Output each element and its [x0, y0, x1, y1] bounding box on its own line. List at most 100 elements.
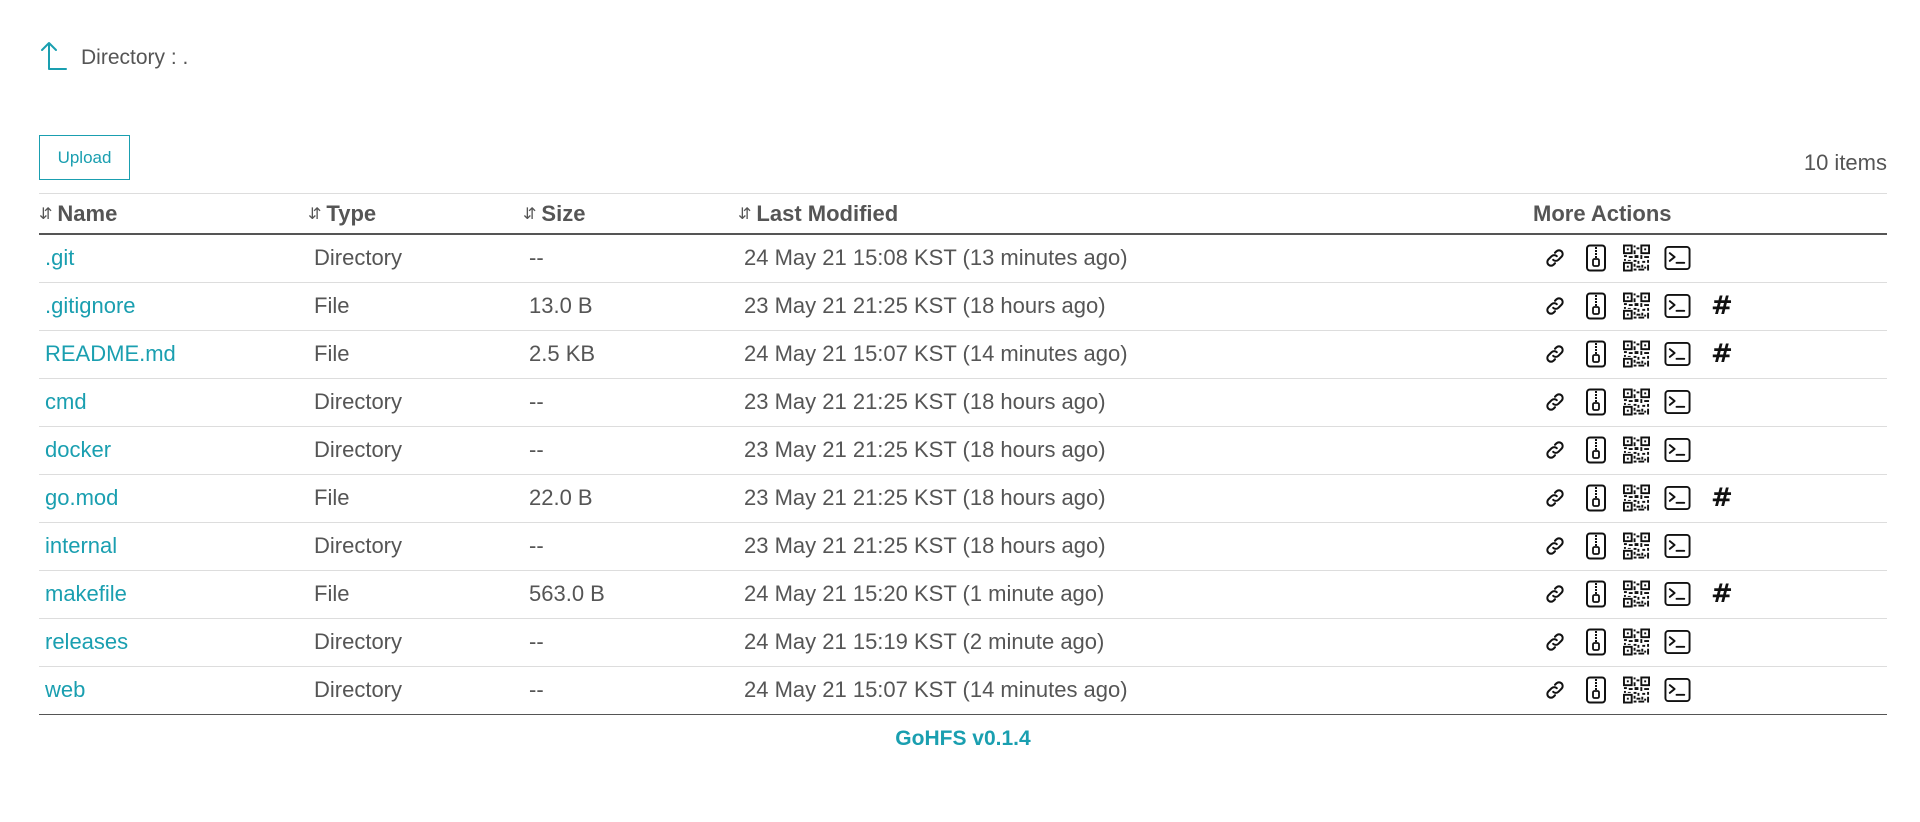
hash-icon[interactable]: #: [1711, 291, 1733, 321]
qr-code-icon[interactable]: [1623, 532, 1650, 560]
row-actions: [1539, 532, 1887, 560]
terminal-icon[interactable]: [1664, 581, 1691, 608]
terminal-icon[interactable]: [1664, 245, 1691, 272]
cell-size: 2.5 KB: [529, 341, 596, 366]
table-row: makefile File 563.0 B 24 May 21 15:20 KS…: [39, 570, 1887, 618]
link-icon[interactable]: [1541, 293, 1568, 320]
file-link[interactable]: web: [45, 677, 85, 702]
file-link[interactable]: internal: [45, 533, 117, 558]
cell-actions: [1533, 666, 1887, 714]
file-link[interactable]: cmd: [45, 389, 87, 414]
row-actions: #: [1539, 291, 1887, 321]
cell-type: Directory: [314, 533, 403, 558]
file-link[interactable]: go.mod: [45, 485, 118, 510]
zip-archive-icon[interactable]: [1582, 532, 1609, 560]
hash-icon[interactable]: #: [1711, 579, 1733, 609]
zip-archive-icon[interactable]: [1582, 340, 1609, 368]
cell-modified: 24 May 21 15:07 KST (14 minutes ago): [744, 341, 1128, 366]
column-header-size-label: Size: [541, 200, 586, 226]
file-link[interactable]: releases: [45, 629, 128, 654]
file-link[interactable]: makefile: [45, 581, 127, 606]
link-icon[interactable]: [1541, 533, 1568, 560]
sort-icon: ⇵: [523, 205, 537, 223]
terminal-icon[interactable]: [1664, 533, 1691, 560]
cell-modified: 23 May 21 21:25 KST (18 hours ago): [744, 437, 1106, 462]
column-header-modified-label: Last Modified: [756, 200, 899, 226]
cell-name: makefile: [39, 570, 308, 618]
qr-code-icon[interactable]: [1623, 436, 1650, 464]
hash-icon[interactable]: #: [1711, 339, 1733, 369]
terminal-icon[interactable]: [1664, 293, 1691, 320]
link-icon[interactable]: [1541, 389, 1568, 416]
cell-name: web: [39, 666, 308, 714]
cell-type: File: [314, 581, 350, 606]
column-header-type[interactable]: ⇵ Type: [308, 194, 523, 235]
qr-code-icon[interactable]: [1623, 340, 1650, 368]
qr-code-icon[interactable]: [1623, 484, 1650, 512]
zip-archive-icon[interactable]: [1582, 580, 1609, 608]
file-table-body: .git Directory -- 24 May 21 15:08 KST (1…: [39, 234, 1887, 714]
terminal-icon[interactable]: [1664, 437, 1691, 464]
link-icon[interactable]: [1541, 341, 1568, 368]
link-icon[interactable]: [1541, 677, 1568, 704]
cell-type: Directory: [314, 389, 403, 414]
qr-code-icon[interactable]: [1623, 628, 1650, 656]
terminal-icon[interactable]: [1664, 677, 1691, 704]
cell-name: .git: [39, 234, 308, 282]
column-header-modified[interactable]: ⇵ Last Modified: [738, 194, 1533, 235]
upload-button[interactable]: Upload: [39, 135, 130, 180]
cell-size: 22.0 B: [529, 485, 593, 510]
qr-code-icon[interactable]: [1623, 676, 1650, 704]
terminal-icon[interactable]: [1664, 485, 1691, 512]
file-link[interactable]: README.md: [45, 341, 176, 366]
cell-modified: 24 May 21 15:20 KST (1 minute ago): [744, 581, 1105, 606]
cell-size: --: [529, 245, 544, 271]
cell-modified: 23 May 21 21:25 KST (18 hours ago): [744, 533, 1106, 558]
cell-size: --: [529, 629, 544, 654]
cell-actions: [1533, 234, 1887, 282]
link-icon[interactable]: [1541, 485, 1568, 512]
row-actions: #: [1539, 483, 1887, 513]
qr-code-icon[interactable]: [1623, 580, 1650, 608]
file-link[interactable]: .git: [45, 245, 74, 270]
zip-archive-icon[interactable]: [1582, 436, 1609, 464]
column-header-name[interactable]: ⇵ Name: [39, 194, 308, 235]
cell-type: Directory: [314, 629, 403, 654]
qr-code-icon[interactable]: [1623, 388, 1650, 416]
zip-archive-icon[interactable]: [1582, 628, 1609, 656]
link-icon[interactable]: [1541, 581, 1568, 608]
link-icon[interactable]: [1541, 629, 1568, 656]
directory-header: Directory : .: [39, 38, 188, 78]
table-header-row: ⇵ Name ⇵ Type ⇵ Size ⇵ Last Modified More Ac…: [39, 193, 1887, 235]
file-link[interactable]: docker: [45, 437, 111, 462]
terminal-icon[interactable]: [1664, 341, 1691, 368]
file-table: ⇵ Name ⇵ Type ⇵ Size ⇵ Last Modified More Ac…: [39, 193, 1887, 715]
cell-actions: [1533, 426, 1887, 474]
zip-archive-icon[interactable]: [1582, 244, 1609, 272]
sort-icon: ⇵: [738, 205, 752, 223]
qr-code-icon[interactable]: [1623, 244, 1650, 272]
cell-size: --: [529, 677, 544, 702]
qr-code-icon[interactable]: [1623, 292, 1650, 320]
zip-archive-icon[interactable]: [1582, 484, 1609, 512]
zip-archive-icon[interactable]: [1582, 676, 1609, 704]
cell-name: go.mod: [39, 474, 308, 522]
cell-actions: #: [1533, 282, 1887, 330]
terminal-icon[interactable]: [1664, 629, 1691, 656]
parent-directory-icon[interactable]: [39, 39, 67, 71]
link-icon[interactable]: [1541, 245, 1568, 272]
cell-type: File: [314, 293, 350, 318]
hash-icon[interactable]: #: [1711, 483, 1733, 513]
link-icon[interactable]: [1541, 437, 1568, 464]
cell-name: .gitignore: [39, 282, 308, 330]
column-header-size[interactable]: ⇵ Size: [523, 194, 738, 235]
row-actions: [1539, 244, 1887, 272]
column-header-actions: More Actions: [1533, 194, 1887, 235]
column-header-type-label: Type: [326, 200, 377, 226]
cell-modified: 24 May 21 15:08 KST (13 minutes ago): [744, 245, 1128, 271]
zip-archive-icon[interactable]: [1582, 388, 1609, 416]
table-row: cmd Directory -- 23 May 21 21:25 KST (18…: [39, 378, 1887, 426]
zip-archive-icon[interactable]: [1582, 292, 1609, 320]
file-link[interactable]: .gitignore: [45, 293, 136, 318]
terminal-icon[interactable]: [1664, 389, 1691, 416]
